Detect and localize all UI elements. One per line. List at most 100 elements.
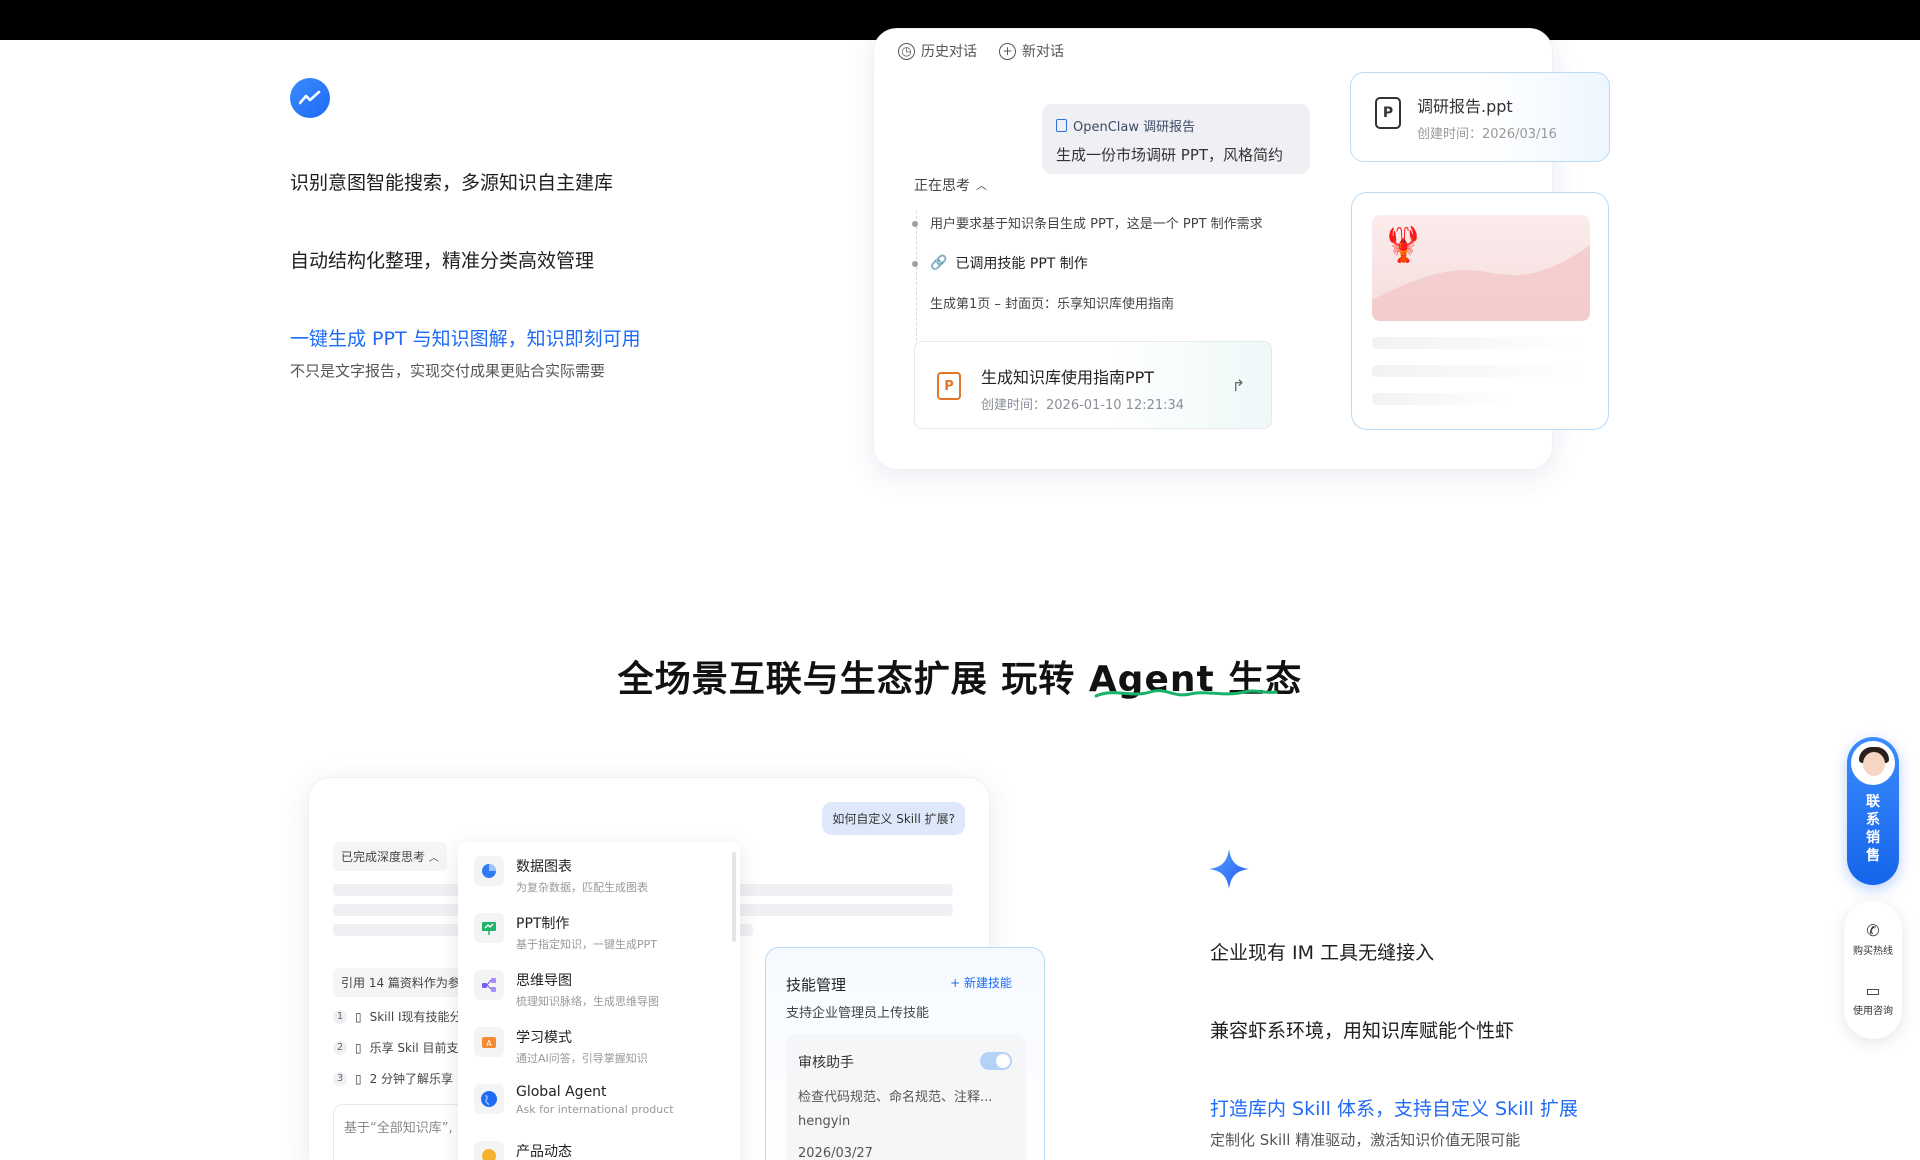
menu-item-title: PPT制作 bbox=[516, 916, 570, 932]
menu-item-title: Global Agent bbox=[516, 1084, 607, 1100]
document-icon: ▯ bbox=[355, 1040, 362, 1055]
ppt-cover-image: 🦞 bbox=[1372, 215, 1590, 321]
skill-date: 2026/03/27 bbox=[798, 1146, 873, 1160]
citation-item[interactable]: 2 ▯ 乐享 Skil 目前支 bbox=[333, 1039, 458, 1056]
presentation-icon bbox=[474, 913, 504, 943]
contact-sales-label: 联系销售 bbox=[1847, 793, 1899, 865]
skill-menu-item-study-mode[interactable]: A 学习模式通过AI问答，引导掌握知识 bbox=[474, 1027, 724, 1077]
ppt-file-icon: P bbox=[937, 372, 961, 400]
menu-item-desc: 通过AI问答，引导掌握知识 bbox=[516, 1052, 648, 1065]
skeleton-line bbox=[1372, 393, 1512, 405]
help-widget: ✆ 购买热线 ▭ 使用咨询 bbox=[1844, 901, 1902, 1039]
thinking-label: 正在思考 bbox=[914, 178, 970, 194]
user-message-text: 生成一份市场调研 PPT，风格简约 bbox=[1056, 146, 1284, 164]
timeline-dot bbox=[912, 221, 918, 227]
history-chat-label: 历史对话 bbox=[921, 44, 977, 60]
thinking-step: 用户要求基于知识条目生成 PPT，这是一个 PPT 制作需求 bbox=[930, 217, 1263, 232]
menu-item-title: 思维导图 bbox=[516, 973, 572, 989]
thinking-toggle[interactable]: 正在思考 ︿ bbox=[914, 175, 987, 195]
skill-panel-subtitle: 支持企业管理员上传技能 bbox=[786, 1006, 930, 1021]
feature-smart-search[interactable]: 识别意图智能搜索，多源知识自主建库 bbox=[290, 168, 613, 195]
history-icon: ◷ bbox=[898, 42, 915, 60]
skeleton-line bbox=[1372, 337, 1584, 349]
chat-bubble-icon: ▭ bbox=[1865, 981, 1881, 1000]
document-icon: ▯ bbox=[355, 1071, 362, 1086]
skill-author: hengyin bbox=[798, 1114, 851, 1129]
new-skill-button[interactable]: + 新建技能 bbox=[950, 974, 1012, 991]
skill-panel-title: 技能管理 bbox=[786, 976, 847, 994]
avatar bbox=[1851, 741, 1895, 785]
contact-sales-text: 联系销售 bbox=[1866, 794, 1880, 864]
consult-button[interactable]: ▭ 使用咨询 bbox=[1844, 981, 1902, 1017]
title-underline-squiggle bbox=[1094, 689, 1278, 698]
plus-circle-icon: + bbox=[999, 42, 1016, 60]
chevron-up-icon: ︿ bbox=[428, 853, 439, 864]
timeline-dot bbox=[912, 261, 918, 267]
document-icon: ▯ bbox=[355, 1009, 362, 1024]
hotline-button[interactable]: ✆ 购买热线 bbox=[1844, 921, 1902, 957]
citation-number: 2 bbox=[333, 1040, 347, 1055]
citation-item[interactable]: 1 ▯ Skill I现有技能分 bbox=[333, 1008, 462, 1025]
consult-label: 使用咨询 bbox=[1853, 1006, 1893, 1017]
thinking-timeline bbox=[916, 211, 918, 351]
chat-toolbar: ◷ 历史对话 + 新对话 bbox=[898, 41, 1064, 61]
document-icon bbox=[1056, 119, 1067, 132]
thinking-step-skill: 🔗 已调用技能 PPT 制作 bbox=[930, 253, 1088, 273]
skill-management-panel: 技能管理 + 新建技能 支持企业管理员上传技能 审核助手 检查代码规范、命名规范… bbox=[765, 947, 1045, 1160]
ppt-result-card[interactable]: P 生成知识库使用指南PPT 创建时间：2026-01-10 12:21:34 … bbox=[914, 341, 1272, 429]
thinking-step: 生成第1页 – 封面页：乐享知识库使用指南 bbox=[930, 297, 1175, 312]
skill-menu-item-product-news[interactable]: 产品动态 bbox=[474, 1141, 724, 1160]
news-icon bbox=[474, 1141, 504, 1160]
feature-structured-organize[interactable]: 自动结构化整理，精准分类高效管理 bbox=[290, 246, 594, 273]
citation-text: Skill I现有技能分 bbox=[369, 1010, 462, 1024]
hotline-label: 购买热线 bbox=[1853, 946, 1893, 957]
contact-sales-button[interactable]: 联系销售 bbox=[1847, 737, 1899, 885]
sparkle-star-icon bbox=[1209, 849, 1249, 889]
citation-item[interactable]: 3 ▯ 2 分钟了解乐享 bbox=[333, 1070, 453, 1087]
menu-item-title: 学习模式 bbox=[516, 1030, 572, 1046]
thinking-step-text: 已调用技能 PPT 制作 bbox=[955, 256, 1088, 272]
mind-map-icon bbox=[474, 970, 504, 1000]
new-chat-button[interactable]: + 新对话 bbox=[999, 41, 1064, 61]
citation-text: 乐享 Skil 目前支 bbox=[369, 1041, 459, 1055]
skill-menu-item-data-chart[interactable]: 数据图表 为复杂数据，匹配生成图表 bbox=[474, 856, 724, 906]
skill-item[interactable]: 审核助手 检查代码规范、命名规范、注释... hengyin 2026/03/2… bbox=[786, 1034, 1026, 1160]
file-time: 创建时间：2026/03/16 bbox=[1417, 127, 1557, 142]
section-title: 全场景互联与生态扩展 玩转 Agent 生态 bbox=[617, 659, 1303, 700]
feature-generate-ppt[interactable]: 一键生成 PPT 与知识图解，知识即刻可用 bbox=[290, 324, 641, 351]
done-thinking-toggle[interactable]: 已完成深度思考 ︿ bbox=[333, 842, 447, 871]
feature-im-integration[interactable]: 企业现有 IM 工具无缝接入 bbox=[1210, 938, 1434, 965]
pie-chart-icon bbox=[474, 856, 504, 886]
trend-logo-icon bbox=[290, 78, 330, 118]
history-chat-button[interactable]: ◷ 历史对话 bbox=[898, 41, 977, 61]
ppt-file-card[interactable]: P 调研报告.ppt 创建时间：2026/03/16 bbox=[1350, 72, 1610, 162]
skill-menu-item-ppt[interactable]: PPT制作基于指定知识，一键生成PPT bbox=[474, 913, 724, 963]
share-icon[interactable]: ↱ bbox=[1232, 376, 1245, 395]
feature-skill-system[interactable]: 打造库内 Skill 体系，支持自定义 Skill 扩展 bbox=[1210, 1094, 1578, 1121]
skill-menu-item-mind-map[interactable]: 思维导图 梳理知识脉络，生成思维导图 bbox=[474, 970, 724, 1020]
referenced-doc-label: OpenClaw 调研报告 bbox=[1073, 120, 1196, 135]
done-thinking-label: 已完成深度思考 bbox=[341, 850, 426, 864]
ppt-file-icon: P bbox=[1375, 97, 1401, 129]
skill-enable-toggle[interactable] bbox=[980, 1052, 1012, 1070]
ppt-preview-card: 🦞 bbox=[1351, 192, 1609, 430]
referenced-doc[interactable]: OpenClaw 调研报告 bbox=[1056, 116, 1296, 135]
skill-name: 审核助手 bbox=[798, 1055, 854, 1071]
ppt-result-title: 生成知识库使用指南PPT bbox=[981, 368, 1155, 387]
file-name: 调研报告.ppt bbox=[1417, 97, 1513, 116]
skill-desc: 检查代码规范、命名规范、注释... bbox=[798, 1090, 993, 1105]
question-bubble: 如何自定义 Skill 扩展? bbox=[822, 802, 965, 835]
menu-item-desc: 基于指定知识，一键生成PPT bbox=[516, 938, 657, 951]
menu-scrollbar[interactable] bbox=[732, 852, 736, 942]
feature-shrimp-compat[interactable]: 兼容虾系环境，用知识库赋能个性虾 bbox=[1210, 1016, 1514, 1043]
menu-item-title: 数据图表 bbox=[516, 859, 572, 875]
avatar-face bbox=[1863, 752, 1885, 776]
menu-item-desc: Ask for international product bbox=[516, 1103, 674, 1116]
skill-menu-popup: 数据图表 为复杂数据，匹配生成图表 PPT制作基于指定知识，一键生成PPT 思维导… bbox=[458, 842, 740, 1160]
citation-number: 3 bbox=[333, 1071, 347, 1086]
menu-item-title: 产品动态 bbox=[516, 1144, 572, 1160]
citation-text: 2 分钟了解乐享 bbox=[369, 1072, 454, 1086]
study-icon: A bbox=[474, 1027, 504, 1057]
skill-menu-item-global-agent[interactable]: Global Agent Ask for international produc… bbox=[474, 1084, 724, 1134]
ppt-result-time: 创建时间：2026-01-10 12:21:34 bbox=[981, 398, 1185, 413]
